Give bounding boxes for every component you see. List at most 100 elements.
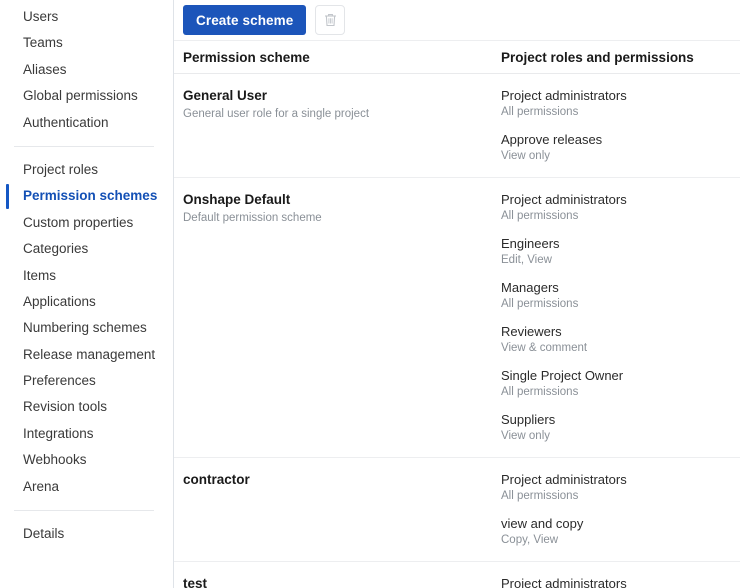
role-permission-item: Reviewers View & comment	[501, 324, 740, 355]
role-name: Approve releases	[501, 132, 603, 147]
column-header-scheme: Permission scheme	[183, 49, 310, 65]
sidebar-item-authentication[interactable]: Authentication	[0, 110, 173, 136]
role-permission-detail: Copy, View	[501, 534, 559, 546]
sidebar-item-items[interactable]: Items	[0, 263, 173, 289]
create-scheme-button[interactable]: Create scheme	[183, 5, 307, 35]
table-body: General User General user role for a sing…	[174, 74, 740, 588]
sidebar-item-details[interactable]: Details	[0, 521, 173, 547]
sidebar-item-integrations[interactable]: Integrations	[0, 421, 173, 447]
delete-scheme-button[interactable]	[315, 5, 346, 35]
sidebar-item-global-permissions[interactable]: Global permissions	[0, 83, 173, 109]
trash-icon	[323, 12, 338, 28]
role-name: Managers	[501, 280, 559, 295]
table-row[interactable]: General User General user role for a sing…	[174, 74, 740, 178]
table-toolbar: Create scheme	[174, 0, 740, 41]
scheme-cell: Onshape Default Default permission scheme	[183, 192, 501, 443]
sidebar-item-label: Permission schemes	[23, 188, 158, 204]
sidebar-item-project-roles[interactable]: Project roles	[0, 157, 173, 183]
role-name: Project administrators	[501, 192, 627, 207]
role-name: Suppliers	[501, 412, 556, 427]
role-name: view and copy	[501, 516, 584, 531]
sidebar-divider	[14, 145, 154, 147]
table-row[interactable]: Onshape Default Default permission scheme…	[174, 178, 740, 458]
role-permission-detail: View only	[501, 150, 551, 162]
sidebar-item-preferences[interactable]: Preferences	[0, 368, 173, 394]
sidebar-item-teams[interactable]: Teams	[0, 30, 173, 56]
scheme-description: Default permission scheme	[183, 212, 322, 224]
role-name: Single Project Owner	[501, 368, 624, 383]
role-permission-item: Single Project Owner All permissions	[501, 368, 740, 399]
role-permission-detail: View only	[501, 430, 551, 442]
role-permission-detail: All permissions	[501, 386, 579, 398]
sidebar-group-account: Users Teams Aliases Global permissions Authe…	[0, 4, 173, 136]
role-permission-item: Managers All permissions	[501, 280, 740, 311]
scheme-name: General User	[183, 88, 268, 103]
sidebar-item-label: Webhooks	[23, 452, 87, 468]
role-permission-detail: All permissions	[501, 490, 579, 502]
sidebar-item-label: Integrations	[23, 425, 94, 441]
role-name: Engineers	[501, 236, 560, 251]
sidebar-item-categories[interactable]: Categories	[0, 236, 173, 262]
sidebar-item-release-management[interactable]: Release management	[0, 342, 173, 368]
permission-schemes-page: Users Teams Aliases Global permissions Authe…	[0, 0, 740, 588]
role-permission-detail: All permissions	[501, 106, 579, 118]
sidebar-item-label: Custom properties	[23, 214, 134, 230]
role-name: Project administrators	[501, 472, 627, 487]
role-permission-detail: All permissions	[501, 298, 579, 310]
sidebar-item-permission-schemes[interactable]: Permission schemes	[0, 183, 173, 209]
scheme-name: Onshape Default	[183, 192, 291, 207]
sidebar-item-revision-tools[interactable]: Revision tools	[0, 394, 173, 420]
sidebar-item-label: Details	[23, 526, 65, 542]
table-row[interactable]: contractor Project administrators All perm…	[174, 458, 740, 562]
scheme-cell: test	[183, 576, 501, 588]
sidebar-item-applications[interactable]: Applications	[0, 289, 173, 315]
sidebar-item-label: Aliases	[23, 61, 67, 77]
active-indicator-bar	[6, 184, 9, 209]
sidebar-item-numbering-schemes[interactable]: Numbering schemes	[0, 315, 173, 341]
sidebar-item-webhooks[interactable]: Webhooks	[0, 447, 173, 473]
sidebar-item-label: Numbering schemes	[23, 320, 147, 336]
roles-cell: Project administratorsAll permissionsApp…	[501, 576, 740, 588]
sidebar-divider	[14, 510, 154, 512]
main-content: Create scheme Permission scheme Project …	[174, 0, 740, 588]
roles-cell: Project administrators All permissions Eng…	[501, 192, 740, 443]
sidebar-item-label: Project roles	[23, 161, 99, 177]
permission-schemes-table: Permission scheme Project roles and perm…	[174, 41, 740, 588]
sidebar-item-aliases[interactable]: Aliases	[0, 57, 173, 83]
table-row[interactable]: test Project administratorsAll permission…	[174, 562, 740, 588]
sidebar-item-custom-properties[interactable]: Custom properties	[0, 210, 173, 236]
sidebar-item-label: Global permissions	[23, 88, 138, 104]
role-permission-item: Project administrators All permissions	[501, 192, 740, 223]
roles-cell: Project administrators All permissions vie…	[501, 472, 740, 547]
role-permission-item: view and copy Copy, View	[501, 516, 740, 547]
sidebar-group-details: Details	[0, 521, 173, 547]
role-name: Project administrators	[501, 576, 627, 588]
role-permission-item: Project administratorsAll permissions	[501, 576, 740, 588]
sidebar-item-label: Release management	[23, 346, 156, 362]
sidebar-item-label: Preferences	[23, 373, 96, 389]
role-permission-item: Project administrators All permissions	[501, 472, 740, 503]
scheme-name: test	[183, 576, 208, 588]
role-permission-item: Suppliers View only	[501, 412, 740, 443]
role-name: Reviewers	[501, 324, 562, 339]
role-permission-detail: View & comment	[501, 342, 588, 354]
sidebar-item-users[interactable]: Users	[0, 4, 173, 30]
sidebar-item-arena[interactable]: Arena	[0, 474, 173, 500]
sidebar-item-label: Revision tools	[23, 399, 108, 415]
scheme-cell: contractor	[183, 472, 501, 547]
roles-cell: Project administratorsAll permissions App…	[501, 88, 740, 163]
sidebar-item-label: Arena	[23, 478, 60, 494]
sidebar-item-label: Applications	[23, 293, 96, 309]
sidebar-group-configuration: Project roles Permission schemes Custom pr…	[0, 157, 173, 500]
role-permission-detail: All permissions	[501, 210, 579, 222]
role-permission-item: Engineers Edit, View	[501, 236, 740, 267]
sidebar-item-label: Teams	[23, 35, 63, 51]
sidebar-item-label: Categories	[23, 241, 89, 257]
table-header-row: Permission scheme Project roles and perm…	[174, 41, 740, 74]
scheme-cell: General User General user role for a sing…	[183, 88, 501, 163]
role-permission-detail: Edit, View	[501, 254, 552, 266]
sidebar-item-label: Users	[23, 9, 59, 24]
scheme-name: contractor	[183, 472, 250, 487]
role-permission-item: Project administratorsAll permissions	[501, 88, 740, 119]
sidebar-item-label: Authentication	[23, 114, 109, 130]
